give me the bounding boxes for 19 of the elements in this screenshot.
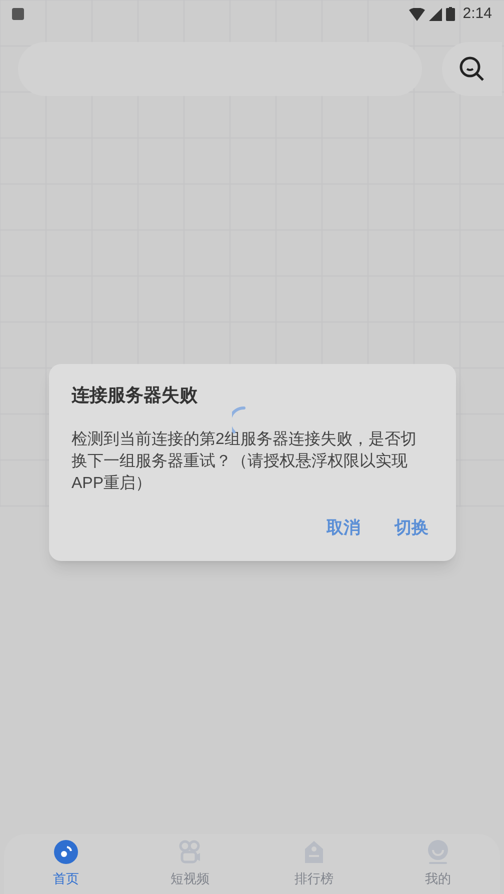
badge-icon: [302, 839, 326, 866]
nav-tab[interactable]: 排行榜: [252, 839, 376, 889]
disc-icon: [53, 839, 79, 866]
camera-icon: [178, 839, 202, 866]
nav-tab[interactable]: 首页: [4, 839, 128, 889]
search-icon: [458, 55, 486, 83]
dialog-message: 检测到当前连接的第2组服务器连接失败，是否切换下一组服务器重试？（请授权悬浮权限以实现APP重启）: [72, 430, 418, 494]
battery-icon: [446, 7, 455, 21]
signal-icon: [428, 8, 442, 20]
dialog-button[interactable]: 取消: [326, 515, 360, 540]
search-button[interactable]: [442, 42, 502, 96]
wifi-icon: [408, 8, 425, 20]
notification-icon: [12, 8, 24, 20]
clock-time: 2:14: [462, 4, 492, 24]
smiley-icon: [426, 839, 450, 866]
dialog-button[interactable]: 切换: [394, 515, 428, 540]
dialog-title: 连接服务器失败: [72, 384, 198, 407]
nav-tab[interactable]: 我的: [376, 839, 500, 889]
nav-tab[interactable]: 短视频: [128, 839, 252, 889]
